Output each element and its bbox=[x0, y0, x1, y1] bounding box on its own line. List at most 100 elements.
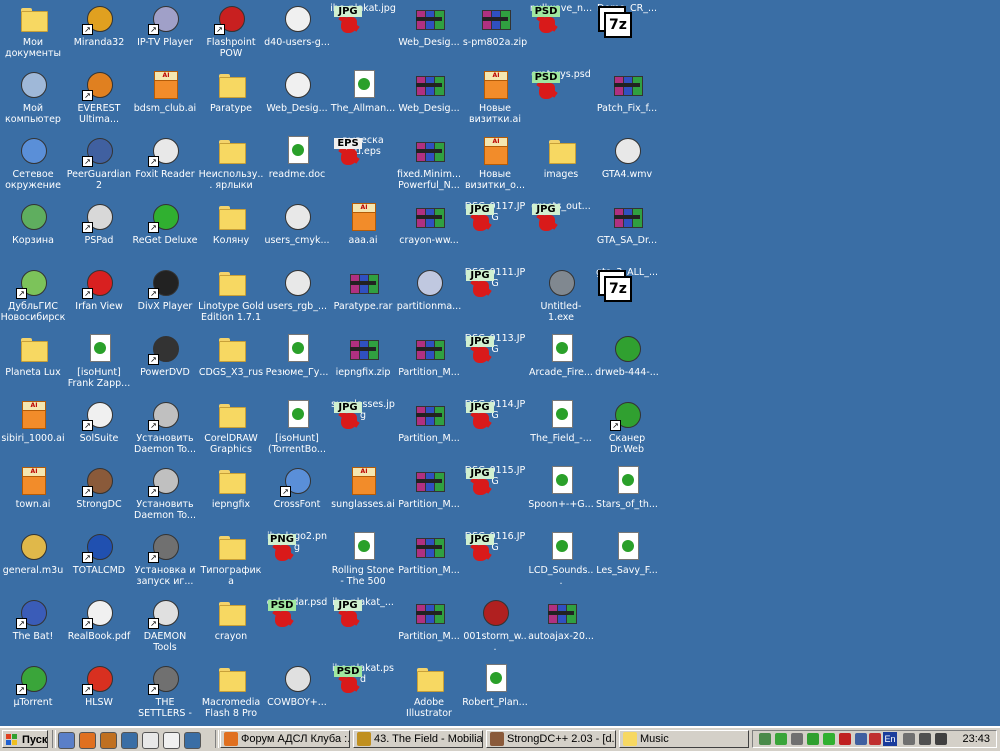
desktop-icon[interactable]: ↗ Flashpoint POW bbox=[198, 0, 264, 64]
desktop-icon[interactable]: JPG DSC_0114.JPG bbox=[462, 396, 528, 460]
desktop-icon[interactable]: Сетевое окружение bbox=[0, 132, 66, 196]
desktop-icon[interactable]: drweb-444-... bbox=[594, 330, 660, 394]
desktop-icon[interactable]: ↗ µTorrent bbox=[0, 660, 66, 724]
desktop-icon[interactable]: ↗ DivX Player bbox=[132, 264, 198, 328]
desktop-icon[interactable]: The_Field_-... bbox=[528, 396, 594, 460]
desktop-icon[interactable]: ↗ ДубльГИС Новосибирск bbox=[0, 264, 66, 328]
document-icon[interactable] bbox=[163, 732, 180, 749]
desktop-icon[interactable]: Planeta Lux bbox=[0, 330, 66, 394]
speaker-tray-icon[interactable] bbox=[935, 733, 947, 745]
desktop-icon[interactable]: JPG DSC_0115.JPG bbox=[462, 462, 528, 526]
desktop-icon[interactable]: 7z Demo_CR_... bbox=[594, 0, 660, 64]
language-indicator[interactable]: En bbox=[883, 732, 897, 746]
desktop-icon[interactable]: Partition_M... bbox=[396, 462, 462, 526]
clock[interactable]: 23:43 bbox=[962, 732, 990, 747]
desktop-icon[interactable]: ↗ StrongDC bbox=[66, 462, 132, 526]
desktop-icon[interactable]: AI aaa.ai bbox=[330, 198, 396, 262]
desktop-icon[interactable]: ↗ CrossFont bbox=[264, 462, 330, 526]
taskbar-button[interactable]: 43. The Field - Mobilia bbox=[353, 730, 483, 748]
desktop-icon[interactable]: Partition_M... bbox=[396, 330, 462, 394]
desktop-icon[interactable]: Rolling Stone - The 500 Gr... bbox=[330, 528, 396, 592]
desktop-icon[interactable]: ↗ PeerGuardian 2 bbox=[66, 132, 132, 196]
utorrent-tray-icon[interactable] bbox=[775, 733, 787, 745]
desktop-icon[interactable]: JPG sunglasses.jpg bbox=[330, 396, 396, 460]
desktop-icon[interactable]: users_rgb_... bbox=[264, 264, 330, 328]
desktop-icon[interactable]: fixed.Minim... Powerful_N... bbox=[396, 132, 462, 196]
desktop-icon[interactable]: ↗ Сканер Dr.Web bbox=[594, 396, 660, 460]
desktop-icon[interactable]: s-pm802a.zip bbox=[462, 0, 528, 64]
desktop-icon[interactable]: PSD calendar.psd bbox=[264, 594, 330, 658]
desktop-icon[interactable]: 001storm_w... bbox=[462, 594, 528, 658]
desktop-icon[interactable]: JPG ibc_plakat.jpg bbox=[330, 0, 396, 64]
desktop-icon[interactable]: Paratype.rar bbox=[330, 264, 396, 328]
desktop-icon[interactable]: Partition_M... bbox=[396, 396, 462, 460]
desktop-icon[interactable]: JPG DSC_0117.JPG bbox=[462, 198, 528, 262]
desktop-icon[interactable]: Untitled-1.exe bbox=[528, 264, 594, 328]
desktop-icon[interactable]: ↗ PowerDVD bbox=[132, 330, 198, 394]
desktop-icon[interactable]: ↗ Установить Daemon To... bbox=[132, 396, 198, 460]
desktop-icon[interactable]: GTA_SA_Dr... bbox=[594, 198, 660, 262]
desktop-icon[interactable]: PSD ibc_plakat.psd bbox=[330, 660, 396, 724]
desktop-icon[interactable]: Резюме_Гу... bbox=[264, 330, 330, 394]
desktop-icon[interactable]: Adobe Illustrator CS2 bbox=[396, 660, 462, 724]
desktop-icon[interactable]: GTA4.wmv bbox=[594, 132, 660, 196]
desktop-icon[interactable]: Arcade_Fire... bbox=[528, 330, 594, 394]
desktop-icon[interactable]: Linotype Gold Edition 1.7.1 bbox=[198, 264, 264, 328]
download-tray-icon[interactable] bbox=[823, 733, 835, 745]
desktop-icon[interactable]: AI sibiri_1000.ai bbox=[0, 396, 66, 460]
start-button[interactable]: Пуск bbox=[2, 730, 48, 748]
desktop-icon[interactable]: images bbox=[528, 132, 594, 196]
desktop-icon[interactable]: Web_Desig... bbox=[264, 66, 330, 130]
desktop-icon[interactable]: Spoon+-+G... bbox=[528, 462, 594, 526]
desktop-icon[interactable]: Paratype bbox=[198, 66, 264, 130]
desktop-icon[interactable]: Partition_M... bbox=[396, 528, 462, 592]
desktop-icon[interactable]: ↗ TOTALCMD bbox=[66, 528, 132, 592]
volume-tray-icon[interactable] bbox=[791, 733, 803, 745]
desktop-icon[interactable]: Robert_Plan... bbox=[462, 660, 528, 724]
security-tray-icon[interactable] bbox=[869, 733, 881, 745]
desktop-icon[interactable]: AI sunglasses.ai bbox=[330, 462, 396, 526]
desktop-icon[interactable]: partitionma... bbox=[396, 264, 462, 328]
desktop-icon[interactable]: readme.doc bbox=[264, 132, 330, 196]
desktop-icon[interactable]: ↗ ReGet Deluxe bbox=[132, 198, 198, 262]
desktop-icon[interactable]: COWBOY+... bbox=[264, 660, 330, 724]
desktop-icon[interactable]: LCD_Sounds... bbox=[528, 528, 594, 592]
firefox-icon[interactable] bbox=[79, 732, 96, 749]
desktop-icon[interactable]: ↗ DAEMON Tools bbox=[132, 594, 198, 658]
desktop-icon[interactable]: AI Новые визитки.ai bbox=[462, 66, 528, 130]
desktop-icon[interactable]: JPG greets_out... bbox=[528, 198, 594, 262]
desktop-icon[interactable]: Коляну bbox=[198, 198, 264, 262]
desktop-icon[interactable]: Web_Desig... bbox=[396, 66, 462, 130]
desktop-icon[interactable]: crayon-ww... bbox=[396, 198, 462, 262]
network-tray-icon[interactable] bbox=[759, 733, 771, 745]
desktop-icon[interactable]: ↗ IP-TV Player bbox=[132, 0, 198, 64]
desktop-icon[interactable]: general.m3u bbox=[0, 528, 66, 592]
desktop-icon[interactable]: ↗ Установить Daemon To... bbox=[132, 462, 198, 526]
desktop-icon[interactable]: ↗ Miranda32 bbox=[66, 0, 132, 64]
desktop-icon[interactable]: JPG DSC_0113.JPG bbox=[462, 330, 528, 394]
desktop-icon[interactable]: Stars_of_th... bbox=[594, 462, 660, 526]
desktop-icon[interactable]: PSD nullwave_n... bbox=[528, 0, 594, 64]
desktop-icon[interactable]: AI bdsm_club.ai bbox=[132, 66, 198, 130]
desktop-icon[interactable]: JPG ibc_plakat_... bbox=[330, 594, 396, 658]
desktop-icon[interactable]: Les_Savy_F... bbox=[594, 528, 660, 592]
winamp-icon[interactable] bbox=[100, 732, 117, 749]
desktop-icon[interactable]: iepngfix bbox=[198, 462, 264, 526]
desktop-icon[interactable]: ↗ RealBook.pdf bbox=[66, 594, 132, 658]
desktop-icon[interactable]: Macromedia Flash 8 Pro bbox=[198, 660, 264, 724]
desktop-icon[interactable]: Мои документы bbox=[0, 0, 66, 64]
desktop-icon[interactable]: ↗ THE SETTLERS - Rise of an ... bbox=[132, 660, 198, 724]
desktop-icon[interactable]: d40-users-g... bbox=[264, 0, 330, 64]
desktop-icon[interactable]: ↗ HLSW bbox=[66, 660, 132, 724]
desktop-icon[interactable]: EPS вывеска РШ.eps bbox=[330, 132, 396, 196]
desktop-icon[interactable]: Типографика bbox=[198, 528, 264, 592]
notepad-icon[interactable] bbox=[142, 732, 159, 749]
desktop-icon[interactable]: The_Allman... bbox=[330, 66, 396, 130]
desktop-icon[interactable]: ↗ EVEREST Ultima... bbox=[66, 66, 132, 130]
desktop-icon[interactable]: PSD oratorys.psd bbox=[528, 66, 594, 130]
desktop-icon[interactable]: ↗ Установка и запуск иг... bbox=[132, 528, 198, 592]
desktop-icon[interactable]: ↗ The Bat! bbox=[0, 594, 66, 658]
desktop-icon[interactable]: CorelDRAW Graphics Su... bbox=[198, 396, 264, 460]
show-desktop-icon[interactable] bbox=[58, 732, 75, 749]
desktop-icon[interactable]: [isoHunt] Frank Zapp... bbox=[66, 330, 132, 394]
